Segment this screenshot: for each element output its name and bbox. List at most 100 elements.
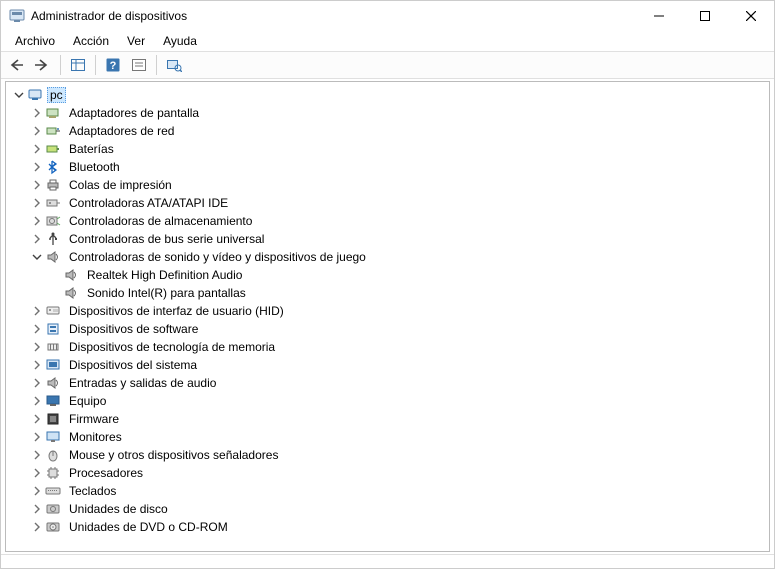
forward-button[interactable]	[31, 54, 55, 76]
tree-node[interactable]: Dispositivos de interfaz de usuario (HID…	[12, 302, 763, 320]
expander-icon[interactable]	[30, 232, 44, 246]
toolbar-separator	[156, 55, 157, 75]
mouse-icon	[45, 447, 61, 463]
device-tree[interactable]: pc Adaptadores de pantalla Adaptadores d…	[5, 81, 770, 552]
properties-button[interactable]	[127, 54, 151, 76]
close-button[interactable]	[728, 1, 774, 31]
disk-drive-icon	[45, 501, 61, 517]
show-hide-tree-button[interactable]	[66, 54, 90, 76]
app-icon	[9, 8, 25, 24]
expander-icon[interactable]	[30, 394, 44, 408]
tree-node-label: Monitores	[65, 429, 126, 445]
maximize-button[interactable]	[682, 1, 728, 31]
storage-controller-icon	[45, 213, 61, 229]
tree-node[interactable]: Controladoras de almacenamiento	[12, 212, 763, 230]
tree-node-label: Dispositivos de interfaz de usuario (HID…	[65, 303, 288, 319]
system-device-icon	[45, 357, 61, 373]
menu-view[interactable]: Ver	[119, 32, 153, 50]
software-device-icon	[45, 321, 61, 337]
tree-node[interactable]: Colas de impresión	[12, 176, 763, 194]
tree-node[interactable]: Bluetooth	[12, 158, 763, 176]
expander-icon[interactable]	[30, 304, 44, 318]
ide-controller-icon	[45, 195, 61, 211]
tree-node[interactable]: Entradas y salidas de audio	[12, 374, 763, 392]
usb-controller-icon	[45, 231, 61, 247]
tree-node[interactable]: Mouse y otros dispositivos señaladores	[12, 446, 763, 464]
tree-leaf-node[interactable]: Sonido Intel(R) para pantallas	[12, 284, 763, 302]
tree-node[interactable]: Procesadores	[12, 464, 763, 482]
expander-icon[interactable]	[30, 160, 44, 174]
back-button[interactable]	[5, 54, 29, 76]
expander-icon[interactable]	[30, 358, 44, 372]
menu-file[interactable]: Archivo	[7, 32, 63, 50]
expander-icon[interactable]	[30, 214, 44, 228]
tree-node[interactable]: Equipo	[12, 392, 763, 410]
expander-icon[interactable]	[30, 484, 44, 498]
expander-icon[interactable]	[30, 502, 44, 516]
menu-help[interactable]: Ayuda	[155, 32, 205, 50]
expander-icon[interactable]	[30, 322, 44, 336]
processor-icon	[45, 465, 61, 481]
tree-node[interactable]: Controladoras de bus serie universal	[12, 230, 763, 248]
tree-node[interactable]: Unidades de disco	[12, 500, 763, 518]
tree-node-label: Adaptadores de red	[65, 123, 178, 139]
computer-icon	[45, 393, 61, 409]
tree-leaf-node[interactable]: Realtek High Definition Audio	[12, 266, 763, 284]
tree-node-label: Teclados	[65, 483, 120, 499]
tree-node-label: Dispositivos de software	[65, 321, 202, 337]
tree-node-label: Procesadores	[65, 465, 147, 481]
tree-node[interactable]: Controladoras ATA/ATAPI IDE	[12, 194, 763, 212]
expander-icon[interactable]	[30, 448, 44, 462]
network-adapter-icon	[45, 123, 61, 139]
tree-node-label: Mouse y otros dispositivos señaladores	[65, 447, 282, 463]
keyboard-icon	[45, 483, 61, 499]
expander-icon[interactable]	[12, 88, 26, 102]
tree-node-label: pc	[47, 87, 66, 103]
monitor-icon	[45, 429, 61, 445]
tree-node[interactable]: Controladoras de sonido y vídeo y dispos…	[12, 248, 763, 266]
tree-node-label: Colas de impresión	[65, 177, 176, 193]
battery-icon	[45, 141, 61, 157]
scan-hardware-button[interactable]	[162, 54, 186, 76]
tree-node-label: Entradas y salidas de audio	[65, 375, 220, 391]
audio-io-icon	[45, 375, 61, 391]
sound-device-icon	[63, 267, 79, 283]
pc-icon	[27, 87, 43, 103]
expander-icon[interactable]	[30, 520, 44, 534]
expander-icon[interactable]	[30, 466, 44, 480]
hid-icon	[45, 303, 61, 319]
titlebar: Administrador de dispositivos	[1, 1, 774, 31]
tree-node[interactable]: Baterías	[12, 140, 763, 158]
tree-node[interactable]: Adaptadores de pantalla	[12, 104, 763, 122]
expander-icon[interactable]	[30, 250, 44, 264]
firmware-icon	[45, 411, 61, 427]
tree-node-label: Baterías	[65, 141, 118, 157]
tree-node-label: Dispositivos del sistema	[65, 357, 201, 373]
expander-icon[interactable]	[30, 412, 44, 426]
tree-node[interactable]: Unidades de DVD o CD-ROM	[12, 518, 763, 536]
tree-node[interactable]: Firmware	[12, 410, 763, 428]
expander-icon[interactable]	[30, 376, 44, 390]
expander-icon[interactable]	[30, 196, 44, 210]
svg-text:?: ?	[110, 60, 117, 72]
toolbar: ?	[1, 51, 774, 79]
tree-root-node[interactable]: pc	[12, 86, 763, 104]
expander-icon[interactable]	[30, 178, 44, 192]
tree-node[interactable]: Dispositivos del sistema	[12, 356, 763, 374]
expander-icon[interactable]	[30, 430, 44, 444]
tree-node[interactable]: Dispositivos de tecnología de memoria	[12, 338, 763, 356]
help-button[interactable]: ?	[101, 54, 125, 76]
window-controls	[636, 1, 774, 31]
minimize-button[interactable]	[636, 1, 682, 31]
sound-controller-icon	[45, 249, 61, 265]
tree-node[interactable]: Dispositivos de software	[12, 320, 763, 338]
menu-action[interactable]: Acción	[65, 32, 117, 50]
expander-icon[interactable]	[30, 124, 44, 138]
expander-icon[interactable]	[30, 340, 44, 354]
tree-node[interactable]: Teclados	[12, 482, 763, 500]
tree-node[interactable]: Adaptadores de red	[12, 122, 763, 140]
expander-icon[interactable]	[30, 106, 44, 120]
toolbar-separator	[95, 55, 96, 75]
tree-node[interactable]: Monitores	[12, 428, 763, 446]
expander-icon[interactable]	[30, 142, 44, 156]
